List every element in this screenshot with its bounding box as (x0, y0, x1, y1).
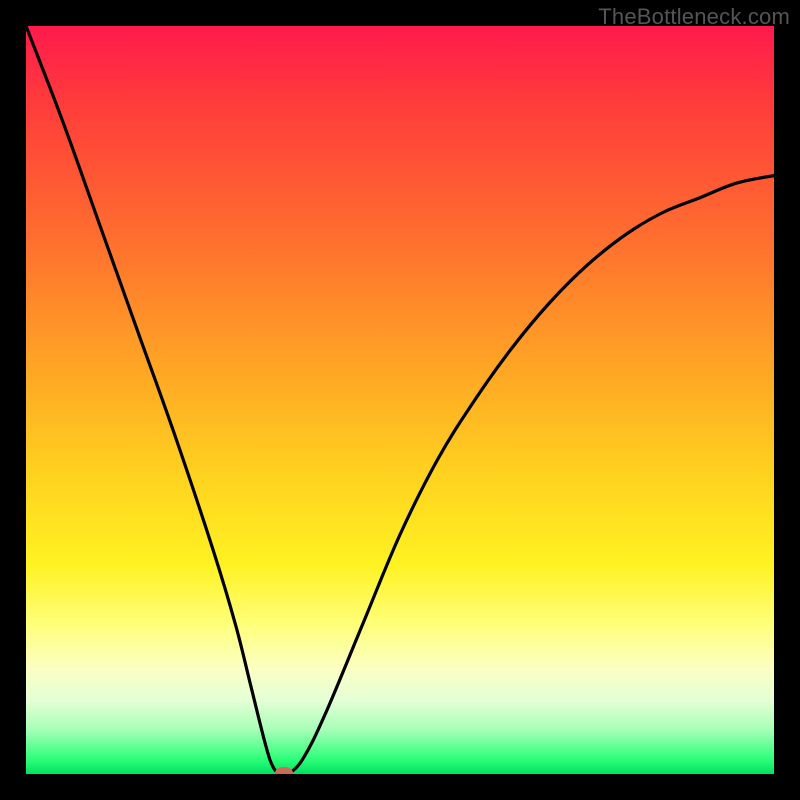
optimal-point-marker (275, 767, 293, 774)
plot-area (26, 26, 774, 774)
bottleneck-curve (26, 26, 774, 774)
chart-frame: TheBottleneck.com (0, 0, 800, 800)
attribution-watermark: TheBottleneck.com (598, 4, 790, 30)
